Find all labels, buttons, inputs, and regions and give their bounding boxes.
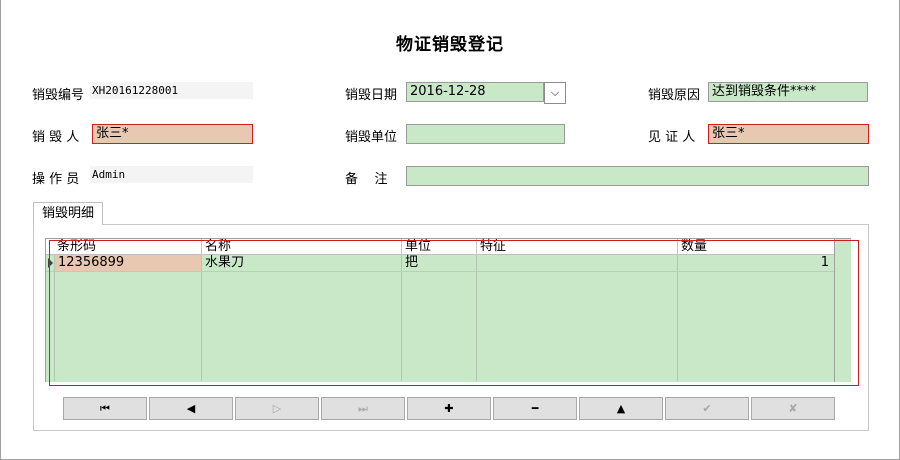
next-record-button[interactable]: ▷ <box>235 397 319 420</box>
operator-field: Admin <box>90 166 253 183</box>
code-label: 销毁编号 <box>32 88 85 103</box>
tab-destroy-details[interactable]: 销毁明细 <box>33 202 103 225</box>
grid-line <box>201 255 202 381</box>
cell-feature[interactable] <box>477 255 677 271</box>
table-row[interactable]: 12356899 水果刀 把 1 <box>46 255 834 272</box>
witness-label: 见 证 人 <box>648 130 696 145</box>
prior-record-icon: ◀ <box>186 402 196 415</box>
post-record-icon: ✔ <box>702 402 712 415</box>
column-header-barcode[interactable]: 条形码 <box>54 239 202 255</box>
first-record-button[interactable]: ⏮ <box>63 397 147 420</box>
chevron-down-icon: ⌵ <box>550 86 560 99</box>
column-header-name[interactable]: 名称 <box>202 239 402 255</box>
last-record-button[interactable]: ⏭ <box>321 397 405 420</box>
prior-record-button[interactable]: ◀ <box>149 397 233 420</box>
unit-field[interactable] <box>406 124 565 144</box>
current-row-indicator-icon <box>48 258 53 268</box>
column-header-unit[interactable]: 单位 <box>402 239 477 255</box>
date-dropdown-button[interactable]: ⌵ <box>544 82 566 104</box>
grid-line <box>401 255 402 381</box>
insert-record-icon: ✚ <box>444 402 454 415</box>
reason-field[interactable]: 达到销毁条件**** <box>708 82 868 102</box>
column-header-qty[interactable]: 数量 <box>678 239 834 255</box>
code-field: XH20161228001 <box>90 82 253 99</box>
delete-record-button[interactable]: ━ <box>493 397 577 420</box>
remark-label: 备 注 <box>345 172 388 187</box>
grid-line <box>476 255 477 381</box>
record-navigator: ⏮ ◀ ▷ ⏭ ✚ ━ ▲ ✔ ✘ <box>63 397 836 420</box>
page-title: 物证销毁登记 <box>396 35 504 55</box>
next-record-icon: ▷ <box>272 402 282 415</box>
last-record-icon: ⏭ <box>358 402 368 415</box>
insert-record-button[interactable]: ✚ <box>407 397 491 420</box>
edit-record-icon: ▲ <box>616 402 626 415</box>
grid-header: 条形码 名称 单位 特征 数量 <box>46 239 834 255</box>
cell-barcode[interactable]: 12356899 <box>55 255 201 271</box>
cancel-record-icon: ✘ <box>788 402 798 415</box>
destroyer-field[interactable]: 张三* <box>92 124 253 144</box>
cancel-record-button[interactable]: ✘ <box>751 397 835 420</box>
grid-line <box>677 255 678 381</box>
cell-unit[interactable]: 把 <box>402 255 476 271</box>
delete-record-icon: ━ <box>531 402 539 415</box>
date-field[interactable]: 2016-12-28 <box>406 82 544 102</box>
detail-grid[interactable]: 条形码 名称 单位 特征 数量 12356899 水果刀 把 1 <box>45 238 851 382</box>
reason-label: 销毁原因 <box>648 88 701 103</box>
cell-name[interactable]: 水果刀 <box>202 255 401 271</box>
remark-field[interactable] <box>406 166 869 186</box>
grid-line <box>54 255 55 381</box>
cell-qty[interactable]: 1 <box>678 255 832 271</box>
first-record-icon: ⏮ <box>100 402 110 415</box>
operator-label: 操 作 员 <box>32 172 80 187</box>
date-label: 销毁日期 <box>345 88 398 103</box>
column-header-feature[interactable]: 特征 <box>477 239 678 255</box>
witness-field[interactable]: 张三* <box>708 124 869 144</box>
post-record-button[interactable]: ✔ <box>665 397 749 420</box>
unit-label: 销毁单位 <box>345 130 398 145</box>
grid-scrollbar[interactable] <box>834 239 851 382</box>
destroyer-label: 销 毁 人 <box>32 130 80 145</box>
edit-record-button[interactable]: ▲ <box>579 397 663 420</box>
